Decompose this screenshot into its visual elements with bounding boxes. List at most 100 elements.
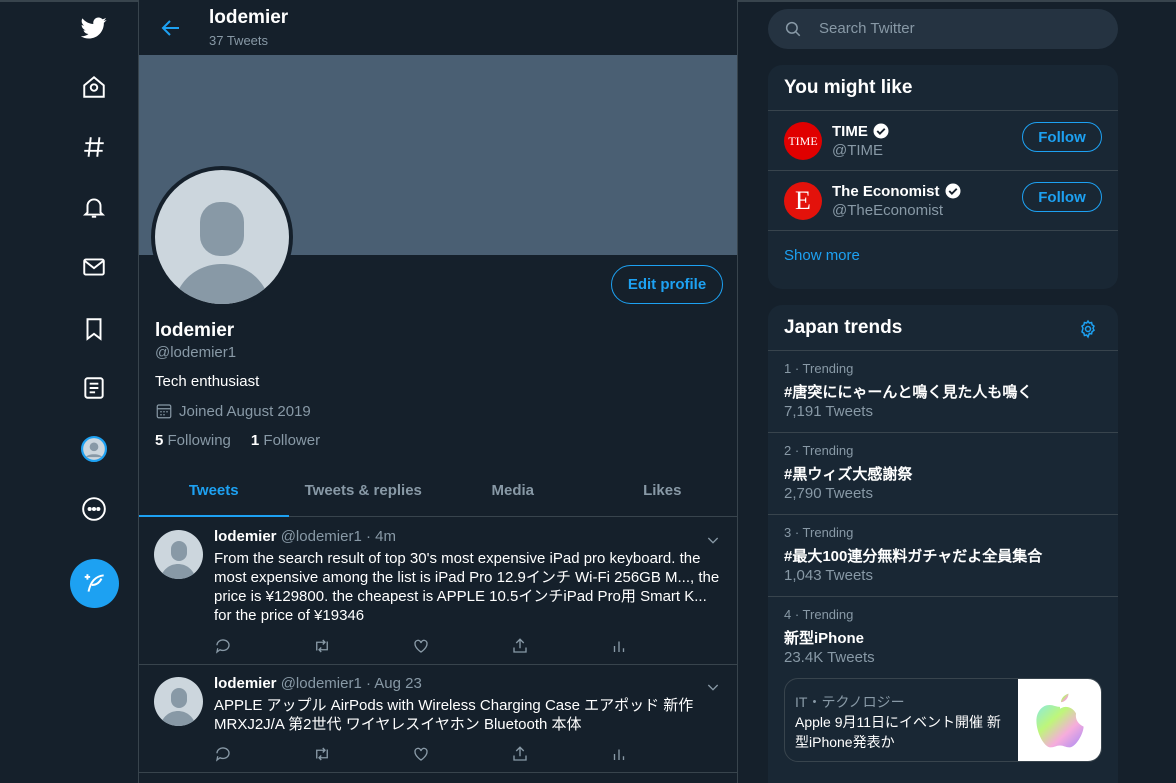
search-icon bbox=[785, 21, 801, 37]
tweet-actions bbox=[214, 636, 709, 656]
more-options-icon[interactable] bbox=[74, 489, 114, 529]
back-arrow-icon[interactable] bbox=[159, 16, 183, 40]
explore-hashtag-icon[interactable] bbox=[74, 127, 114, 167]
analytics-icon[interactable] bbox=[610, 636, 709, 656]
tweet-avatar[interactable] bbox=[154, 677, 203, 726]
profile-header: lodemier 37 Tweets bbox=[139, 0, 737, 55]
who-to-follow-title: You might like bbox=[768, 65, 1118, 111]
chevron-down-icon[interactable] bbox=[705, 532, 721, 548]
calendar-icon bbox=[156, 404, 172, 419]
show-more-link[interactable]: Show more bbox=[768, 231, 1118, 284]
tweet-meta: @lodemier1 · Aug 23 bbox=[280, 675, 422, 692]
home-icon[interactable] bbox=[74, 67, 114, 107]
retweet-icon[interactable] bbox=[313, 636, 412, 656]
joined-date: Joined August 2019 bbox=[179, 402, 311, 420]
account-handle: @TIME bbox=[832, 142, 884, 159]
trend-count: 2,790 Tweets bbox=[784, 485, 873, 502]
news-card[interactable]: IT・テクノロジー Apple 9月11日にイベント開催 新型iPhone発表か bbox=[784, 678, 1102, 762]
profile-joined: Joined August 2019 bbox=[155, 402, 311, 420]
share-icon[interactable] bbox=[511, 744, 610, 764]
trends-title: Japan trends bbox=[768, 305, 1118, 351]
like-heart-icon[interactable] bbox=[412, 744, 511, 764]
tweet-avatar[interactable] bbox=[154, 530, 203, 579]
profile-bio: Tech enthusiast bbox=[155, 373, 260, 390]
profile-name: lodemier bbox=[155, 320, 235, 341]
suggested-account[interactable]: TIME TIME @TIME Follow bbox=[768, 111, 1118, 171]
notifications-bell-icon[interactable] bbox=[74, 187, 114, 227]
tweet-author-name[interactable]: lodemier bbox=[214, 528, 277, 545]
account-name: TIME bbox=[832, 122, 890, 140]
header-tweet-count: 37 Tweets bbox=[209, 33, 269, 48]
tweet-author-name[interactable]: lodemier bbox=[214, 675, 277, 692]
verified-badge-icon bbox=[873, 123, 889, 139]
trends-panel: Japan trends 1 · Trending #唐突ににゃーんと鳴く見た人… bbox=[768, 305, 1118, 783]
reply-icon[interactable] bbox=[214, 744, 313, 764]
edit-profile-button[interactable]: Edit profile bbox=[611, 265, 723, 304]
left-nav bbox=[0, 0, 138, 783]
lists-icon[interactable] bbox=[74, 368, 114, 408]
follow-button[interactable]: Follow bbox=[1022, 182, 1102, 212]
analytics-icon[interactable] bbox=[610, 744, 709, 764]
time-logo: TIME bbox=[784, 122, 822, 160]
profile-handle: @lodemier1 bbox=[155, 344, 237, 361]
apple-logo-thumbnail bbox=[1018, 679, 1101, 761]
tab-likes[interactable]: Likes bbox=[588, 465, 738, 516]
trend-title: #黒ウィズ大感謝祭 bbox=[784, 466, 913, 483]
search-bar[interactable]: Search Twitter bbox=[768, 9, 1118, 49]
apple-event-logo-icon bbox=[1035, 693, 1084, 748]
trend-count: 23.4K Tweets bbox=[784, 649, 875, 666]
news-headline: Apple 9月11日にイベント開催 新型iPhone発表か bbox=[795, 714, 1001, 750]
trend-count: 1,043 Tweets bbox=[784, 567, 873, 584]
trend-item[interactable]: 3 · Trending #最大100連分無料ガチャだよ全員集合 1,043 T… bbox=[768, 515, 1118, 597]
feather-plus-icon bbox=[84, 573, 104, 592]
tweet-item[interactable]: lodemier @lodemier1 · Aug 23 APPLE アップル … bbox=[139, 665, 737, 773]
trend-title: #唐突ににゃーんと鳴く見た人も鳴く bbox=[784, 384, 1033, 401]
reply-icon[interactable] bbox=[214, 636, 313, 656]
search-input[interactable]: Search Twitter bbox=[819, 20, 915, 37]
trend-title: 新型iPhone bbox=[784, 630, 865, 647]
default-avatar-icon bbox=[173, 202, 271, 304]
tweet-text: APPLE アップル AirPods with Wireless Chargin… bbox=[214, 697, 694, 733]
follow-stats: 5 Following 1 Follower bbox=[155, 432, 320, 449]
tab-tweets[interactable]: Tweets bbox=[139, 465, 289, 517]
suggested-account[interactable]: E The Economist @TheEconomist Follow bbox=[768, 171, 1118, 231]
following-link[interactable]: 5 Following bbox=[155, 432, 231, 449]
twitter-logo-icon[interactable] bbox=[74, 8, 114, 48]
tweet-header: lodemier @lodemier1 · Aug 23 bbox=[214, 675, 422, 692]
followers-link[interactable]: 1 Follower bbox=[251, 432, 320, 449]
verified-badge-icon bbox=[945, 183, 961, 199]
who-to-follow-panel: You might like TIME TIME @TIME Follow E … bbox=[768, 65, 1118, 289]
trend-title: #最大100連分無料ガチャだよ全員集合 bbox=[784, 548, 1043, 565]
main-column: lodemier 37 Tweets Edit profile lodemier… bbox=[138, 0, 738, 783]
tweet-meta: @lodemier1 · 4m bbox=[280, 528, 396, 545]
news-category: IT・テクノロジー bbox=[795, 694, 905, 710]
trend-meta: 4 · Trending bbox=[784, 607, 854, 622]
profile-tabs: Tweets Tweets & replies Media Likes bbox=[139, 465, 737, 517]
tweet-text: From the search result of top 30's most … bbox=[214, 550, 720, 624]
account-name: The Economist bbox=[832, 182, 962, 200]
tweet-header: lodemier @lodemier1 · 4m bbox=[214, 528, 396, 545]
tab-media[interactable]: Media bbox=[438, 465, 588, 516]
profile-avatar[interactable] bbox=[151, 166, 293, 308]
share-icon[interactable] bbox=[511, 636, 610, 656]
chevron-down-icon[interactable] bbox=[705, 679, 721, 695]
trend-meta: 2 · Trending bbox=[784, 443, 854, 458]
trend-count: 7,191 Tweets bbox=[784, 403, 873, 420]
tweet-item[interactable]: lodemier @lodemier1 · 4m From the search… bbox=[139, 518, 737, 665]
profile-avatar-icon[interactable] bbox=[74, 429, 114, 469]
bookmarks-icon[interactable] bbox=[74, 309, 114, 349]
economist-logo: E bbox=[784, 182, 822, 220]
trend-item[interactable]: 4 · Trending 新型iPhone 23.4K Tweets IT・テク… bbox=[768, 597, 1118, 783]
like-heart-icon[interactable] bbox=[412, 636, 511, 656]
gear-icon[interactable] bbox=[1078, 319, 1098, 339]
tab-tweets-and-replies[interactable]: Tweets & replies bbox=[289, 465, 439, 516]
follow-button[interactable]: Follow bbox=[1022, 122, 1102, 152]
trend-item[interactable]: 2 · Trending #黒ウィズ大感謝祭 2,790 Tweets bbox=[768, 433, 1118, 515]
header-profile-name: lodemier bbox=[209, 7, 289, 28]
trend-meta: 3 · Trending bbox=[784, 525, 854, 540]
account-handle: @TheEconomist bbox=[832, 202, 944, 219]
compose-tweet-button[interactable] bbox=[70, 559, 119, 608]
trend-item[interactable]: 1 · Trending #唐突ににゃーんと鳴く見た人も鳴く 7,191 Twe… bbox=[768, 351, 1118, 433]
retweet-icon[interactable] bbox=[313, 744, 412, 764]
messages-mail-icon[interactable] bbox=[74, 247, 114, 287]
